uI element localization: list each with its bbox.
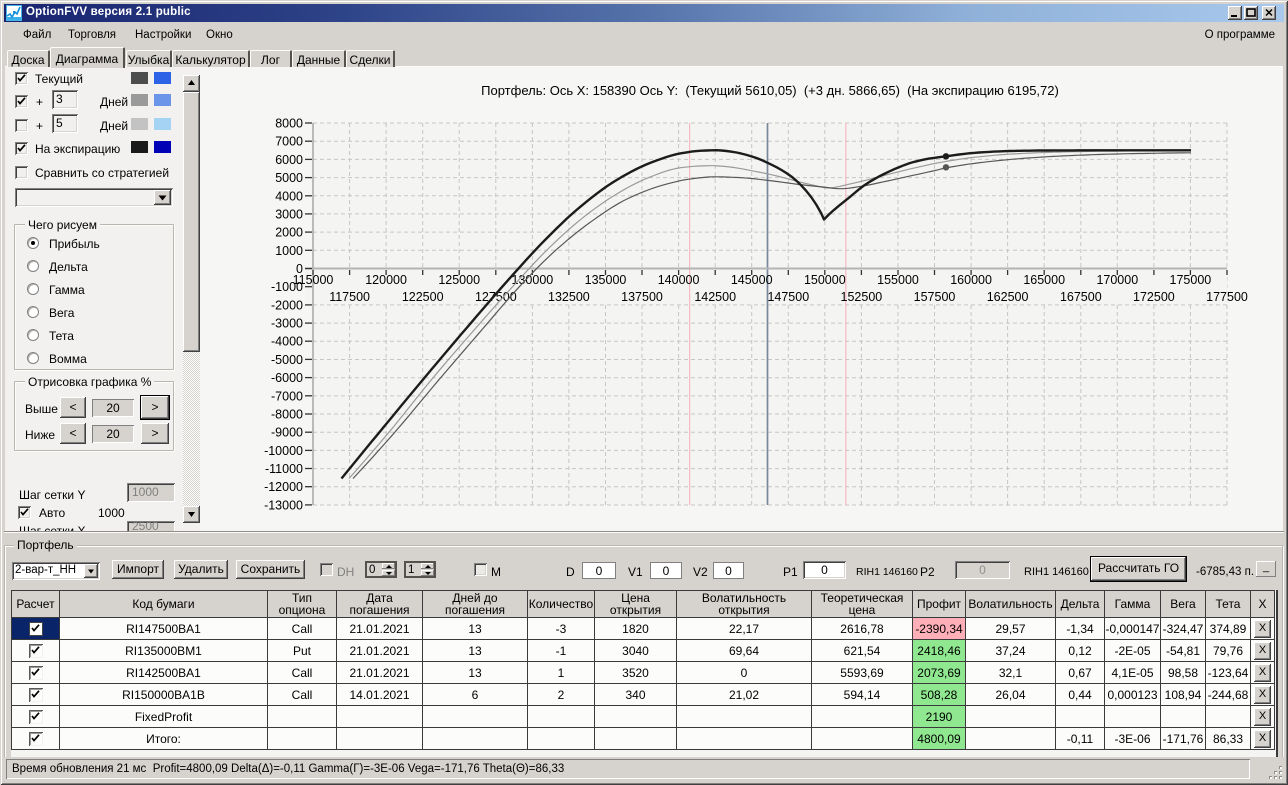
svg-text:175000: 175000 <box>1170 273 1212 287</box>
svg-text:-9000: -9000 <box>271 426 303 440</box>
svg-text:115000: 115000 <box>293 273 334 287</box>
svg-text:4000: 4000 <box>275 189 303 203</box>
svg-text:125000: 125000 <box>438 273 480 287</box>
svg-text:155000: 155000 <box>877 273 919 287</box>
svg-text:-13000: -13000 <box>264 498 303 512</box>
svg-text:-6000: -6000 <box>271 371 303 385</box>
svg-text:177500: 177500 <box>1206 290 1248 304</box>
svg-text:145000: 145000 <box>731 273 773 287</box>
svg-text:162500: 162500 <box>987 290 1029 304</box>
svg-text:-12000: -12000 <box>264 480 303 494</box>
svg-text:172500: 172500 <box>1133 290 1175 304</box>
svg-text:142500: 142500 <box>694 290 736 304</box>
svg-text:165000: 165000 <box>1023 273 1065 287</box>
svg-text:-7000: -7000 <box>271 389 303 403</box>
svg-text:150000: 150000 <box>804 273 846 287</box>
svg-text:170000: 170000 <box>1096 273 1138 287</box>
svg-text:-8000: -8000 <box>271 408 303 422</box>
svg-text:-4000: -4000 <box>271 335 303 349</box>
svg-text:1000: 1000 <box>275 244 303 258</box>
svg-text:5000: 5000 <box>275 171 303 185</box>
svg-text:132500: 132500 <box>548 290 590 304</box>
svg-text:167500: 167500 <box>1060 290 1102 304</box>
svg-text:147500: 147500 <box>767 290 809 304</box>
svg-text:122500: 122500 <box>402 290 444 304</box>
svg-text:6000: 6000 <box>275 153 303 167</box>
svg-text:-11000: -11000 <box>265 462 303 476</box>
svg-text:-5000: -5000 <box>271 353 303 367</box>
svg-text:157500: 157500 <box>914 290 956 304</box>
svg-text:-3000: -3000 <box>271 317 303 331</box>
svg-text:152500: 152500 <box>841 290 883 304</box>
svg-text:-10000: -10000 <box>264 444 303 458</box>
svg-text:160000: 160000 <box>950 273 992 287</box>
svg-text:135000: 135000 <box>585 273 627 287</box>
svg-text:-2000: -2000 <box>271 298 303 312</box>
svg-text:7000: 7000 <box>275 135 303 149</box>
svg-text:2000: 2000 <box>275 226 303 240</box>
svg-text:137500: 137500 <box>621 290 663 304</box>
svg-text:140000: 140000 <box>658 273 700 287</box>
svg-text:8000: 8000 <box>275 117 303 131</box>
svg-text:120000: 120000 <box>365 273 407 287</box>
svg-text:3000: 3000 <box>275 207 303 221</box>
svg-text:130000: 130000 <box>512 273 554 287</box>
svg-text:117500: 117500 <box>329 290 370 304</box>
